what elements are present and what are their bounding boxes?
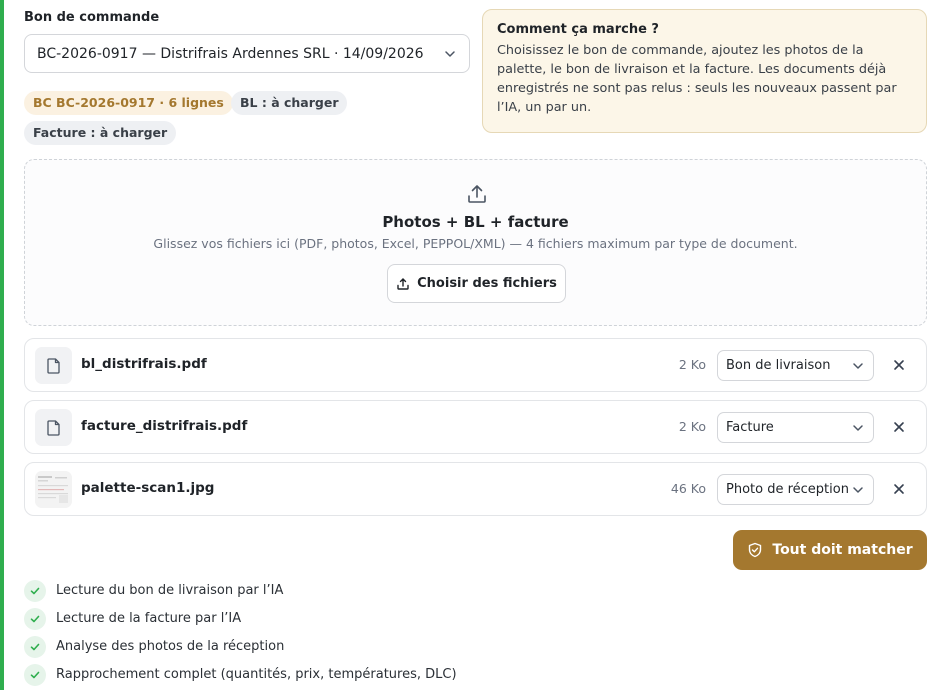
how-it-works-text: Choisissez le bon de commande, ajoutez l…: [497, 43, 897, 115]
dropzone-title: Photos + BL + facture: [382, 213, 569, 231]
dropzone-subtitle: Glissez vos fichiers ici (PDF, photos, E…: [153, 236, 798, 251]
close-icon: [894, 360, 904, 370]
choose-files-label: Choisir des fichiers: [417, 276, 557, 291]
remove-file-button[interactable]: [891, 357, 907, 373]
close-icon: [894, 484, 904, 494]
step-label: Lecture du bon de livraison par l’IA: [56, 583, 284, 598]
file-row: facture_distrifrais.pdf 2 Ko Facture: [24, 400, 927, 454]
list-item: Lecture de la facture par l’IA: [24, 606, 624, 630]
shield-check-icon: [749, 542, 762, 558]
bl-status-badge: BL : à charger: [231, 91, 348, 115]
close-icon: [894, 422, 904, 432]
purchase-order-selected-value: BC-2026-0917 — Distrifrais Ardennes SRL …: [37, 45, 424, 62]
step-label: Rapprochement complet (quantités, prix, …: [56, 667, 457, 682]
list-item: Analyse des photos de la réception: [24, 634, 624, 658]
image-thumbnail: [35, 471, 72, 508]
check-icon: [24, 608, 46, 630]
file-size: 46 Ko: [670, 481, 706, 496]
file-icon: [35, 409, 72, 446]
chevron-down-icon: [851, 359, 865, 373]
document-type-select[interactable]: Bon de livraison: [717, 350, 874, 381]
remove-file-button[interactable]: [891, 419, 907, 435]
how-it-works-title: Comment ça marche ?: [497, 22, 659, 37]
choose-files-button[interactable]: Choisir des fichiers: [387, 264, 566, 303]
file-dropzone[interactable]: Photos + BL + facture Glissez vos fichie…: [24, 159, 927, 326]
chevron-down-icon: [851, 421, 865, 435]
upload-icon: [465, 182, 489, 206]
step-label: Analyse des photos de la réception: [56, 639, 285, 654]
check-icon: [24, 664, 46, 686]
list-item: Rapprochement complet (quantités, prix, …: [24, 662, 624, 686]
file-size: 2 Ko: [678, 357, 706, 372]
document-type-select[interactable]: Photo de réception: [717, 474, 874, 505]
document-type-select[interactable]: Facture: [717, 412, 874, 443]
list-item: Lecture du bon de livraison par l’IA: [24, 578, 624, 602]
file-icon: [35, 347, 72, 384]
document-type-value: Facture: [726, 420, 774, 435]
purchase-order-select[interactable]: BC-2026-0917 — Distrifrais Ardennes SRL …: [24, 34, 470, 73]
file-size: 2 Ko: [678, 419, 706, 434]
match-all-button[interactable]: Tout doit matcher: [733, 530, 927, 570]
file-row: bl_distrifrais.pdf 2 Ko Bon de livraison: [24, 338, 927, 392]
chevron-down-icon: [851, 483, 865, 497]
file-name: bl_distrifrais.pdf: [81, 356, 207, 372]
document-type-value: Photo de réception: [726, 482, 849, 497]
document-type-value: Bon de livraison: [726, 358, 831, 373]
invoice-status-badge: Facture : à charger: [24, 121, 177, 145]
match-all-label: Tout doit matcher: [772, 542, 913, 558]
purchase-order-label: Bon de commande: [24, 10, 160, 25]
step-label: Lecture de la facture par l’IA: [56, 611, 242, 626]
check-icon: [24, 636, 46, 658]
po-status-badge: BC BC-2026-0917 · 6 lignes: [24, 91, 233, 115]
left-accent-bar: [0, 0, 4, 690]
file-name: facture_distrifrais.pdf: [81, 418, 248, 434]
how-it-works-panel: Comment ça marche ? Choisissez le bon de…: [482, 9, 927, 133]
file-row: palette-scan1.jpg 46 Ko Photo de récepti…: [24, 462, 927, 516]
remove-file-button[interactable]: [891, 481, 907, 497]
reception-form: Bon de commande BC-2026-0917 — Distrifra…: [24, 0, 927, 690]
check-icon: [24, 580, 46, 602]
upload-icon: [397, 277, 409, 290]
file-name: palette-scan1.jpg: [81, 480, 215, 496]
chevron-down-icon: [443, 47, 457, 61]
